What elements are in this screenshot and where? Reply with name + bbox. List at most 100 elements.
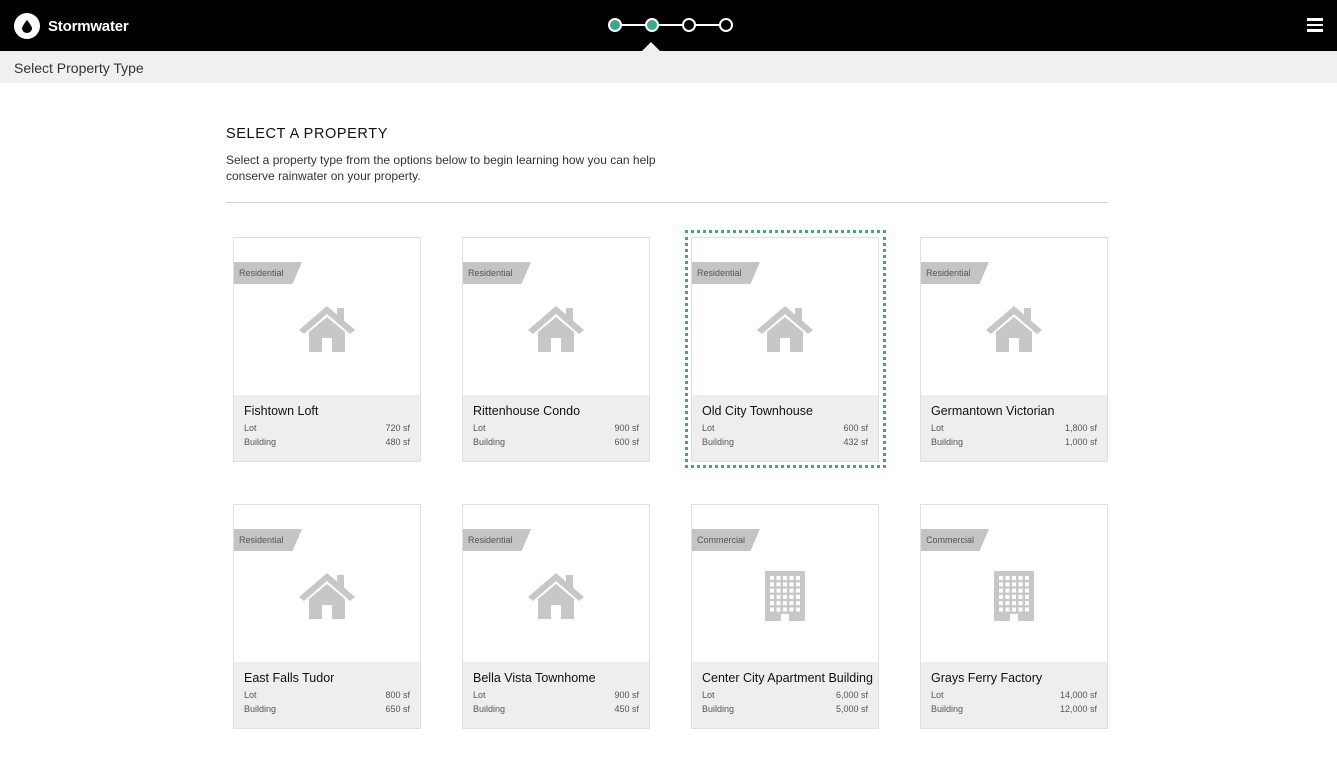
property-card[interactable]: Residential Bella Vista Townhome Lot 900 sf… xyxy=(462,504,650,729)
step-4-dot[interactable] xyxy=(719,18,733,32)
property-details: Germantown Victorian Lot 1,800 sf Building 1… xyxy=(921,395,1107,461)
house-icon xyxy=(984,304,1044,354)
property-name: East Falls Tudor xyxy=(244,671,335,685)
property-image: Residential xyxy=(234,238,420,395)
app-name: Stormwater xyxy=(48,17,129,35)
lot-value: 900 sf xyxy=(614,690,639,700)
lot-label: Lot xyxy=(931,423,944,433)
lot-value: 720 sf xyxy=(385,423,410,433)
house-icon xyxy=(297,571,357,621)
category-tag: Residential xyxy=(692,262,760,284)
category-tag: Commercial xyxy=(692,529,760,551)
step-1-dot[interactable] xyxy=(608,18,622,32)
building-value: 432 sf xyxy=(843,437,868,447)
intro-text: Select a property type from the options … xyxy=(226,153,656,183)
building-row: Building 650 sf xyxy=(244,702,410,716)
property-details: East Falls Tudor Lot 800 sf Building 650 sf xyxy=(234,662,420,728)
category-tag: Residential xyxy=(463,262,531,284)
lot-row: Lot 14,000 sf xyxy=(931,688,1097,702)
current-step-caret xyxy=(642,42,660,51)
house-icon xyxy=(526,571,586,621)
section-heading: SELECT A PROPERTY xyxy=(226,126,388,142)
property-image: Residential xyxy=(234,505,420,662)
top-bar: Stormwater xyxy=(0,0,1337,51)
building-row: Building 432 sf xyxy=(702,435,868,449)
lot-value: 800 sf xyxy=(385,690,410,700)
category-tag: Residential xyxy=(463,529,531,551)
lot-value: 6,000 sf xyxy=(835,690,868,700)
building-label: Building xyxy=(702,437,735,447)
lot-row: Lot 900 sf xyxy=(473,688,639,702)
step-3-dot[interactable] xyxy=(682,18,696,32)
property-card[interactable]: Residential East Falls Tudor Lot 800 sf Buil… xyxy=(233,504,421,729)
property-details: Bella Vista Townhome Lot 900 sf Building 450… xyxy=(463,662,649,728)
building-value: 650 sf xyxy=(385,704,410,714)
lot-value: 900 sf xyxy=(614,423,639,433)
building-row: Building 5,000 sf xyxy=(702,702,868,716)
house-icon xyxy=(755,304,815,354)
property-card[interactable]: Commercial Center City Apartment Building… xyxy=(691,504,879,729)
category-tag: Commercial xyxy=(921,529,989,551)
lot-label: Lot xyxy=(473,423,486,433)
property-card[interactable]: Residential Germantown Victorian Lot 1,800 … xyxy=(920,237,1108,462)
house-icon xyxy=(297,304,357,354)
lot-label: Lot xyxy=(244,423,257,433)
property-name: Rittenhouse Condo xyxy=(473,404,581,418)
lot-row: Lot 900 sf xyxy=(473,421,639,435)
step-2-dot[interactable] xyxy=(645,18,659,32)
building-value: 450 sf xyxy=(614,704,639,714)
category-tag: Residential xyxy=(234,262,302,284)
office-building-icon xyxy=(755,571,815,621)
lot-row: Lot 800 sf xyxy=(244,688,410,702)
building-value: 5,000 sf xyxy=(835,704,868,714)
property-details: Old City Townhouse Lot 600 sf Building 432 s… xyxy=(692,395,878,461)
lot-value: 600 sf xyxy=(843,423,868,433)
category-tag: Residential xyxy=(921,262,989,284)
lot-label: Lot xyxy=(473,690,486,700)
building-value: 600 sf xyxy=(614,437,639,447)
water-drop-icon xyxy=(14,13,40,39)
building-value: 1,000 sf xyxy=(1064,437,1097,447)
lot-label: Lot xyxy=(702,690,715,700)
building-row: Building 12,000 sf xyxy=(931,702,1097,716)
property-card[interactable]: Commercial Grays Ferry Factory Lot 14,000 s… xyxy=(920,504,1108,729)
building-value: 12,000 sf xyxy=(1059,704,1097,714)
lot-row: Lot 600 sf xyxy=(702,421,868,435)
sub-header: Select Property Type xyxy=(0,51,1337,83)
building-row: Building 480 sf xyxy=(244,435,410,449)
property-image: Residential xyxy=(463,238,649,395)
property-image: Commercial xyxy=(692,505,878,662)
property-details: Fishtown Loft Lot 720 sf Building 480 sf xyxy=(234,395,420,461)
property-details: Grays Ferry Factory Lot 14,000 sf Building 1… xyxy=(921,662,1107,728)
property-card[interactable]: Residential Fishtown Loft Lot 720 sf Buildin… xyxy=(233,237,421,462)
property-image: Residential xyxy=(463,505,649,662)
property-details: Center City Apartment Building Lot 6,000 s… xyxy=(692,662,878,728)
lot-row: Lot 6,000 sf xyxy=(702,688,868,702)
hamburger-menu-icon[interactable] xyxy=(1307,17,1325,33)
property-card[interactable]: Residential Rittenhouse Condo Lot 900 sf Bui… xyxy=(462,237,650,462)
building-label: Building xyxy=(244,704,277,714)
lot-label: Lot xyxy=(931,690,944,700)
building-row: Building 450 sf xyxy=(473,702,639,716)
lot-label: Lot xyxy=(702,423,715,433)
property-name: Center City Apartment Building xyxy=(702,671,873,685)
building-row: Building 600 sf xyxy=(473,435,639,449)
building-label: Building xyxy=(473,437,506,447)
property-image: Residential xyxy=(692,238,878,395)
office-building-icon xyxy=(984,571,1044,621)
property-image: Residential xyxy=(921,238,1107,395)
lot-label: Lot xyxy=(244,690,257,700)
house-icon xyxy=(526,304,586,354)
building-label: Building xyxy=(473,704,506,714)
property-card[interactable]: Residential Old City Townhouse Lot 600 sf Bu… xyxy=(691,237,879,462)
property-details: Rittenhouse Condo Lot 900 sf Building 600 sf xyxy=(463,395,649,461)
property-image: Commercial xyxy=(921,505,1107,662)
app-logo[interactable]: Stormwater xyxy=(14,13,129,39)
category-tag: Residential xyxy=(234,529,302,551)
building-label: Building xyxy=(702,704,735,714)
building-label: Building xyxy=(931,704,964,714)
property-name: Grays Ferry Factory xyxy=(931,671,1043,685)
building-value: 480 sf xyxy=(385,437,410,447)
building-label: Building xyxy=(244,437,277,447)
page-title: Select Property Type xyxy=(14,60,144,76)
